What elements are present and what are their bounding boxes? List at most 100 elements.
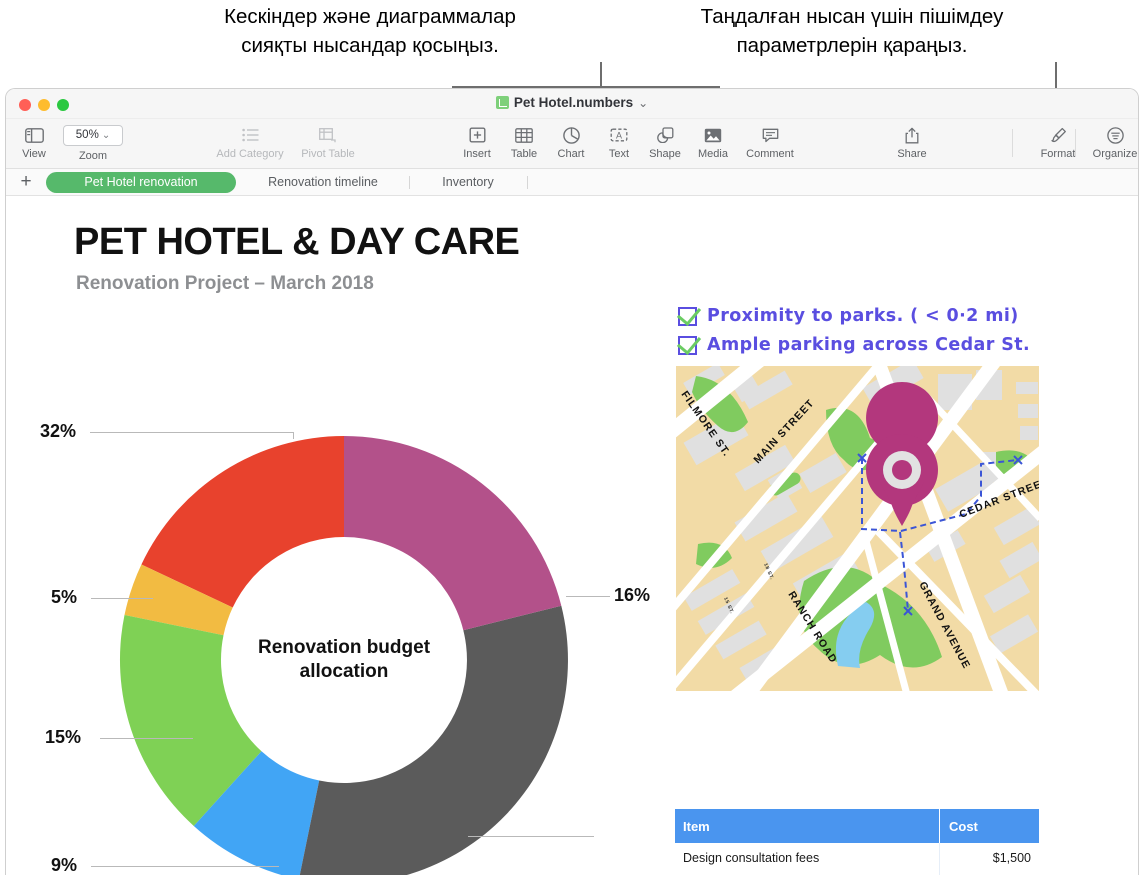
leader-labor xyxy=(468,836,594,837)
zoom-select[interactable]: 50% ⌄ xyxy=(63,125,123,146)
sheet-tab-pet-hotel-renovation[interactable]: Pet Hotel renovation xyxy=(46,172,236,193)
comment-icon xyxy=(735,122,805,148)
pivot-table-icon xyxy=(288,122,368,148)
page-title: PET HOTEL & DAY CARE xyxy=(74,221,520,263)
tab-divider xyxy=(409,176,410,189)
document-title-text: Pet Hotel.numbers xyxy=(513,95,634,110)
leader-design xyxy=(91,866,279,867)
callout-left-stem xyxy=(600,62,602,88)
leader-cabinetry-tick xyxy=(293,432,294,439)
share-label: Share xyxy=(897,148,927,160)
sheet-tab-bar: + Pet Hotel renovation Renovation timeli… xyxy=(6,169,1138,196)
table-column-divider xyxy=(939,843,940,875)
organize-label: Organize xyxy=(1092,148,1138,160)
tab-divider xyxy=(527,176,528,189)
checklist-item-proximity[interactable]: Proximity to parks. ( < 0·2 mi) xyxy=(678,306,1019,326)
pivot-table-label: Pivot Table xyxy=(301,148,355,160)
pct-label-cabinetry: 32% xyxy=(40,421,77,441)
sheet-tab-renovation-timeline[interactable]: Renovation timeline xyxy=(246,172,400,193)
add-sheet-button[interactable]: + xyxy=(17,172,35,191)
column-header-cost[interactable]: Cost xyxy=(941,809,1039,843)
cell-item[interactable]: Design consultation fees xyxy=(675,843,941,875)
text-label: Text xyxy=(608,148,630,160)
comment-button[interactable]: Comment xyxy=(735,122,805,160)
leader-flooring xyxy=(100,738,193,739)
slice-fixtures xyxy=(344,436,562,631)
zoom-label: Zoom xyxy=(78,150,108,162)
page-subtitle: Renovation Project – March 2018 xyxy=(76,273,374,294)
map-image[interactable]: FILMORE ST. MAIN STREET CEDAR STREET GRA… xyxy=(645,295,1051,721)
sheet-tab-inventory[interactable]: Inventory xyxy=(416,172,520,193)
document-title[interactable]: Pet Hotel.numbers ⌄ xyxy=(6,95,1138,110)
list-icon xyxy=(202,122,298,148)
chart-button[interactable]: Chart xyxy=(546,122,596,160)
pct-label-design: 9% xyxy=(51,855,78,875)
toolbar-divider xyxy=(1012,129,1013,157)
cell-cost[interactable]: $1,500 xyxy=(941,843,1039,875)
format-brush-icon xyxy=(1028,122,1088,148)
leader-plumbing xyxy=(91,598,153,599)
donut-chart[interactable]: Renovation budget allocation xyxy=(109,435,579,875)
checklist-item-parking[interactable]: Ample parking across Cedar St. xyxy=(678,335,1030,355)
media-label: Media xyxy=(698,148,728,160)
checklist-label: Ample parking across Cedar St. xyxy=(707,335,1031,355)
checkbox-checked-icon[interactable] xyxy=(678,306,697,326)
format-button[interactable]: Format xyxy=(1028,122,1088,160)
callout-left-text: Кескіндер және диаграммалар сияқты нысан… xyxy=(224,5,516,57)
chevron-down-icon: ⌄ xyxy=(101,130,111,141)
chevron-down-icon[interactable]: ⌄ xyxy=(638,96,648,110)
share-icon xyxy=(883,122,941,148)
comment-label: Comment xyxy=(746,148,794,160)
add-category-button[interactable]: Add Category xyxy=(202,122,298,160)
sidebar-icon xyxy=(12,122,56,148)
organize-button[interactable]: Organize xyxy=(1084,122,1138,160)
text-box-icon: A xyxy=(596,122,642,148)
numbers-document-icon xyxy=(495,96,509,109)
checklist-label: Proximity to parks. ( < 0·2 mi) xyxy=(707,306,1019,326)
media-icon xyxy=(688,122,738,148)
leader-cabinetry xyxy=(90,432,293,433)
table-row[interactable]: Design consultation fees $1,500 xyxy=(675,843,1039,875)
donut-center-label: Renovation budget allocation xyxy=(224,636,464,684)
format-label: Format xyxy=(1040,148,1076,160)
share-button[interactable]: Share xyxy=(883,122,941,160)
view-button[interactable]: View xyxy=(12,122,56,160)
insert-label: Insert xyxy=(463,148,491,160)
shape-icon xyxy=(640,122,690,148)
table-label: Table xyxy=(510,148,538,160)
sheet-canvas: PET HOTEL & DAY CARE Renovation Project … xyxy=(6,196,1138,875)
table-icon xyxy=(500,122,548,148)
donut-center-line1: Renovation budget xyxy=(257,637,431,658)
organize-icon xyxy=(1084,122,1138,148)
column-header-item[interactable]: Item xyxy=(675,809,941,843)
table-header-divider xyxy=(939,809,940,843)
view-label: View xyxy=(22,148,46,160)
donut-center-line2: allocation xyxy=(299,661,389,682)
shape-label: Shape xyxy=(649,148,681,160)
pct-label-plumbing: 5% xyxy=(51,587,78,607)
insert-icon xyxy=(449,122,505,148)
media-button[interactable]: Media xyxy=(688,122,738,160)
zoom-value: 50% xyxy=(75,129,99,141)
window-titlebar: Pet Hotel.numbers ⌄ xyxy=(6,89,1138,119)
map-svg: FILMORE ST. MAIN STREET CEDAR STREET GRA… xyxy=(645,295,1051,721)
chart-label: Chart xyxy=(557,148,585,160)
leader-fixtures xyxy=(566,596,610,597)
cost-table[interactable]: Item Cost Design consultation fees $1,50… xyxy=(675,809,1039,875)
text-button[interactable]: A Text xyxy=(596,122,642,160)
numbers-window: Pet Hotel.numbers ⌄ View 50% ⌄ Zoom Add Ca… xyxy=(5,88,1139,875)
insert-button[interactable]: Insert xyxy=(449,122,505,160)
toolbar-divider xyxy=(1075,129,1076,157)
table-header-row: Item Cost xyxy=(675,809,1039,843)
pct-label-fixtures: 16% xyxy=(614,585,651,605)
svg-text:A: A xyxy=(616,130,622,140)
checkbox-checked-icon[interactable] xyxy=(678,335,697,355)
table-button[interactable]: Table xyxy=(500,122,548,160)
shape-button[interactable]: Shape xyxy=(640,122,690,160)
add-category-label: Add Category xyxy=(216,148,284,160)
chart-icon xyxy=(546,122,596,148)
callout-right-text: Таңдалған нысан үшін пішімдеу параметрле… xyxy=(700,5,1004,57)
pct-label-flooring: 15% xyxy=(45,727,82,747)
pivot-table-button[interactable]: Pivot Table xyxy=(288,122,368,160)
main-toolbar: View 50%⌄ Zoom Add Category Pivot Table xyxy=(6,119,1138,169)
